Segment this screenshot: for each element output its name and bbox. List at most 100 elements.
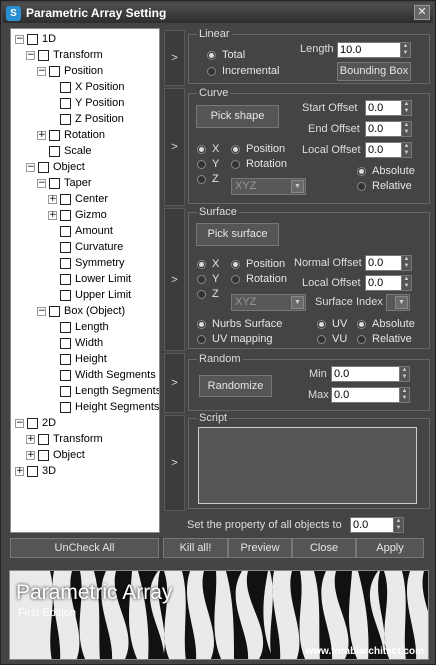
expand-icon[interactable]: +	[15, 466, 24, 476]
curve-absolute-radio[interactable]: Absolute	[357, 165, 415, 177]
tree-node[interactable]: Height Segments	[48, 399, 159, 415]
tree-node[interactable]: Length	[48, 319, 109, 335]
curve-relative-radio[interactable]: Relative	[357, 180, 412, 192]
tree-node[interactable]: Length Segments	[48, 383, 159, 399]
tree-checkbox[interactable]	[27, 465, 38, 477]
spinner-arrows-icon[interactable]: ▲ ▼	[401, 122, 411, 136]
close-button[interactable]: Close	[292, 538, 356, 558]
vu-radio[interactable]: VU	[317, 333, 347, 345]
tree-node[interactable]: − 2D	[15, 415, 56, 431]
tree-node[interactable]: + Object	[26, 447, 85, 463]
curve-order-dropdown[interactable]: XYZ ▼	[231, 178, 306, 195]
tree-checkbox[interactable]	[60, 369, 71, 381]
collapse-icon[interactable]: −	[26, 50, 35, 60]
curve-position-radio[interactable]: Position	[231, 143, 285, 155]
tree-node[interactable]: Scale	[37, 143, 92, 159]
tree-node[interactable]: X Position	[48, 79, 125, 95]
surface-absolute-radio[interactable]: Absolute	[357, 318, 415, 330]
tree-checkbox[interactable]	[60, 401, 71, 413]
curve-z-radio[interactable]: Z	[197, 173, 219, 185]
max-spinner[interactable]: 0.0 ▲ ▼	[331, 387, 410, 403]
surface-rotation-radio[interactable]: Rotation	[231, 273, 287, 285]
tree-node[interactable]: − Taper	[37, 175, 92, 191]
surface-expand-strip[interactable]: >	[164, 208, 185, 351]
pick-shape-button[interactable]: Pick shape	[196, 105, 279, 128]
close-window-button[interactable]: ✕	[414, 5, 430, 20]
curve-x-radio[interactable]: X	[197, 143, 219, 155]
tree-checkbox[interactable]	[27, 33, 38, 45]
tree-node[interactable]: − Box (Object)	[37, 303, 125, 319]
tree-node[interactable]: Y Position	[48, 95, 124, 111]
incremental-radio[interactable]: Incremental	[207, 65, 279, 77]
tree-node[interactable]: − Transform	[26, 47, 103, 63]
tree-checkbox[interactable]	[49, 177, 60, 189]
expand-icon[interactable]: +	[26, 434, 35, 444]
surface-relative-radio[interactable]: Relative	[357, 333, 412, 345]
tree-checkbox[interactable]	[60, 113, 71, 125]
tree-node[interactable]: + Center	[48, 191, 108, 207]
expand-icon[interactable]: +	[37, 130, 46, 140]
collapse-icon[interactable]: −	[15, 418, 24, 428]
surface-z-radio[interactable]: Z	[197, 288, 219, 300]
expand-icon[interactable]: +	[48, 210, 57, 220]
tree-node[interactable]: Width Segments	[48, 367, 156, 383]
linear-expand-strip[interactable]: >	[164, 30, 185, 86]
total-radio[interactable]: Total	[207, 49, 245, 61]
bounding-box-button[interactable]: Bounding Box	[337, 62, 411, 81]
tree-checkbox[interactable]	[60, 209, 71, 221]
surface-index-dropdown[interactable]: ▼	[386, 294, 410, 311]
expand-icon[interactable]: +	[26, 450, 35, 460]
spinner-arrows-icon[interactable]: ▲ ▼	[401, 101, 411, 115]
tree-checkbox[interactable]	[60, 257, 71, 269]
tree-node[interactable]: − 1D	[15, 31, 56, 47]
min-spinner[interactable]: 0.0 ▲ ▼	[331, 366, 410, 382]
tree-checkbox[interactable]	[60, 321, 71, 333]
tree-checkbox[interactable]	[60, 289, 71, 301]
tree-checkbox[interactable]	[38, 161, 49, 173]
tree-node[interactable]: Lower Limit	[48, 271, 131, 287]
surface-position-radio[interactable]: Position	[231, 258, 285, 270]
collapse-icon[interactable]: −	[37, 306, 46, 316]
tree-checkbox[interactable]	[38, 449, 49, 461]
tree-checkbox[interactable]	[60, 353, 71, 365]
curve-y-radio[interactable]: Y	[197, 158, 219, 170]
random-expand-strip[interactable]: >	[164, 353, 185, 413]
tree-checkbox[interactable]	[49, 129, 60, 141]
collapse-icon[interactable]: −	[37, 178, 46, 188]
spinner-arrows-icon[interactable]: ▲ ▼	[393, 518, 403, 532]
randomize-button[interactable]: Randomize	[199, 375, 272, 397]
tree-node[interactable]: Height	[48, 351, 107, 367]
tree-checkbox[interactable]	[49, 145, 60, 157]
tree-checkbox[interactable]	[38, 49, 49, 61]
curve-expand-strip[interactable]: >	[164, 88, 185, 206]
tree-node[interactable]: +3D	[15, 463, 56, 479]
tree-node[interactable]: Width	[48, 335, 103, 351]
spinner-arrows-icon[interactable]: ▲ ▼	[401, 143, 411, 157]
uncheck-all-button[interactable]: UnCheck All	[10, 538, 159, 558]
tree-checkbox[interactable]	[60, 385, 71, 397]
tree-checkbox[interactable]	[49, 305, 60, 317]
title-bar[interactable]: S Parametric Array Setting ✕	[3, 3, 433, 23]
curve-rotation-radio[interactable]: Rotation	[231, 158, 287, 170]
spinner-arrows-icon[interactable]: ▲ ▼	[399, 388, 409, 402]
preview-button[interactable]: Preview	[228, 538, 292, 558]
nurbs-surface-radio[interactable]: Nurbs Surface	[197, 318, 282, 330]
tree-checkbox[interactable]	[38, 433, 49, 445]
tree-node[interactable]: + Rotation	[37, 127, 105, 143]
tree-node[interactable]: Symmetry	[48, 255, 125, 271]
spinner-arrows-icon[interactable]: ▲ ▼	[399, 367, 409, 381]
spinner-arrows-icon[interactable]: ▲ ▼	[400, 43, 410, 57]
tree-node[interactable]: + Gizmo	[48, 207, 107, 223]
surface-order-dropdown[interactable]: XYZ ▼	[231, 294, 306, 311]
script-expand-strip[interactable]: >	[164, 415, 185, 511]
spinner-arrows-icon[interactable]: ▲ ▼	[401, 256, 411, 270]
pick-surface-button[interactable]: Pick surface	[196, 223, 279, 246]
tree-checkbox[interactable]	[60, 81, 71, 93]
uv-mapping-radio[interactable]: UV mapping	[197, 333, 273, 345]
expand-icon[interactable]: +	[48, 194, 57, 204]
tree-node[interactable]: Amount	[48, 223, 113, 239]
collapse-icon[interactable]: −	[37, 66, 46, 76]
tree-checkbox[interactable]	[27, 417, 38, 429]
tree-checkbox[interactable]	[49, 65, 60, 77]
uv-radio[interactable]: UV	[317, 318, 347, 330]
